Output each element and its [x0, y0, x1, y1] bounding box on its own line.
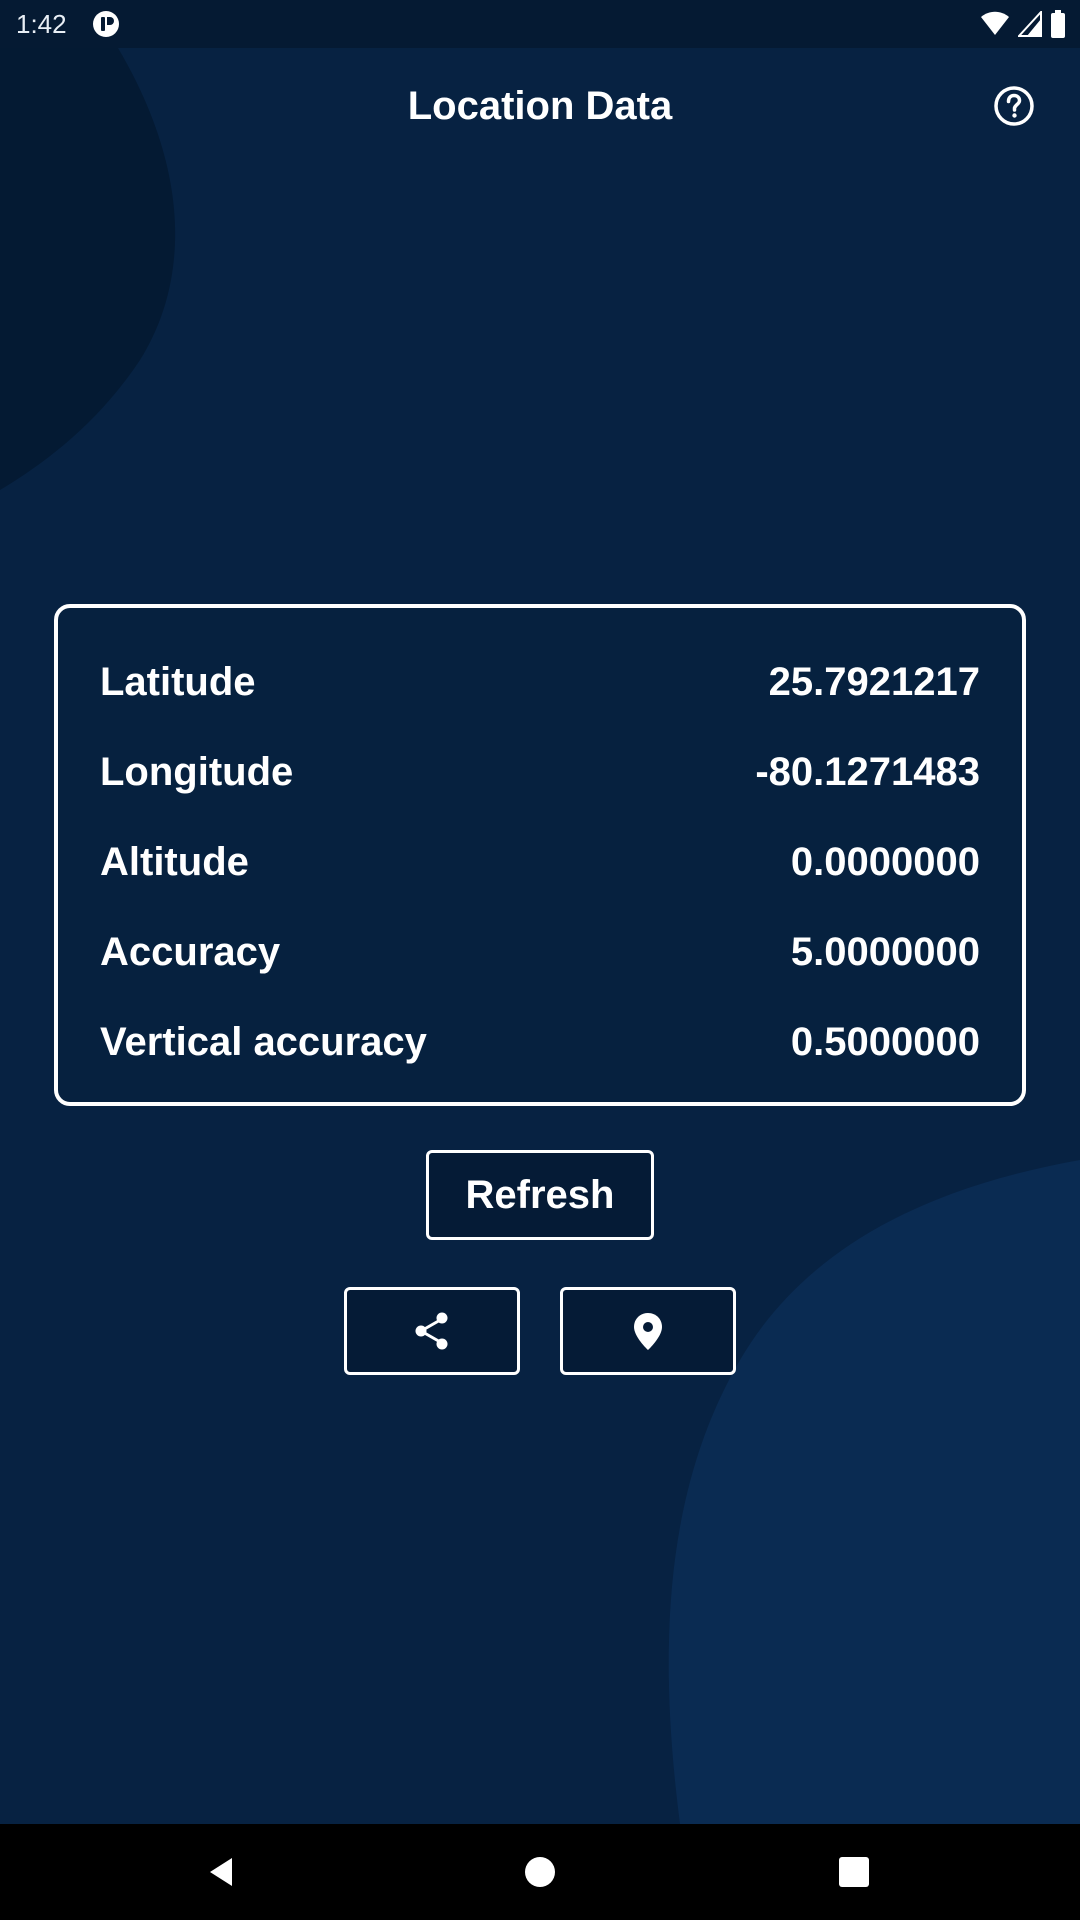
vertical-accuracy-value: 0.5000000 — [790, 1019, 980, 1064]
accuracy-value: 5.0000000 — [790, 929, 980, 974]
latitude-value: 25.7921217 — [768, 659, 980, 704]
latitude-label: Latitude — [100, 659, 256, 704]
accuracy-label: Accuracy — [100, 929, 281, 974]
home-icon[interactable] — [522, 1854, 558, 1890]
share-icon — [415, 1312, 448, 1350]
vertical-accuracy-label: Vertical accuracy — [100, 1019, 427, 1064]
status-time: 1:42 — [16, 9, 67, 39]
share-button[interactable] — [344, 1287, 520, 1375]
background-blob-top-left — [0, 48, 176, 490]
accuracy-row: Accuracy 5.0000000 — [100, 922, 980, 982]
status-icons — [980, 10, 1066, 38]
help-icon[interactable] — [992, 84, 1036, 128]
wifi-icon — [981, 11, 1009, 35]
longitude-row: Longitude -80.1271483 — [100, 742, 980, 802]
app-screen: 1:42 Location Data Latitude 25.7921217 L… — [0, 0, 1080, 1920]
recents-icon[interactable] — [836, 1854, 872, 1890]
app-notification-icon — [93, 11, 119, 37]
navigation-bar — [0, 1824, 1080, 1920]
cell-signal-icon — [1018, 11, 1042, 37]
altitude-value: 0.0000000 — [790, 839, 980, 884]
altitude-label: Altitude — [100, 839, 249, 884]
map-pin-icon — [634, 1313, 662, 1350]
background-blob-bottom-right — [668, 1160, 1080, 1824]
latitude-row: Latitude 25.7921217 — [100, 652, 980, 712]
longitude-value: -80.1271483 — [755, 749, 980, 794]
status-bar: 1:42 — [0, 0, 1080, 48]
location-button[interactable] — [560, 1287, 736, 1375]
vertical-accuracy-row: Vertical accuracy 0.5000000 — [100, 1012, 980, 1072]
page-title: Location Data — [407, 84, 673, 128]
longitude-label: Longitude — [100, 749, 294, 794]
altitude-row: Altitude 0.0000000 — [100, 832, 980, 892]
refresh-button[interactable]: Refresh — [426, 1150, 654, 1240]
back-icon[interactable] — [204, 1854, 240, 1890]
battery-icon — [1051, 10, 1065, 38]
location-data-card: Latitude 25.7921217 Longitude -80.127148… — [54, 604, 1026, 1106]
